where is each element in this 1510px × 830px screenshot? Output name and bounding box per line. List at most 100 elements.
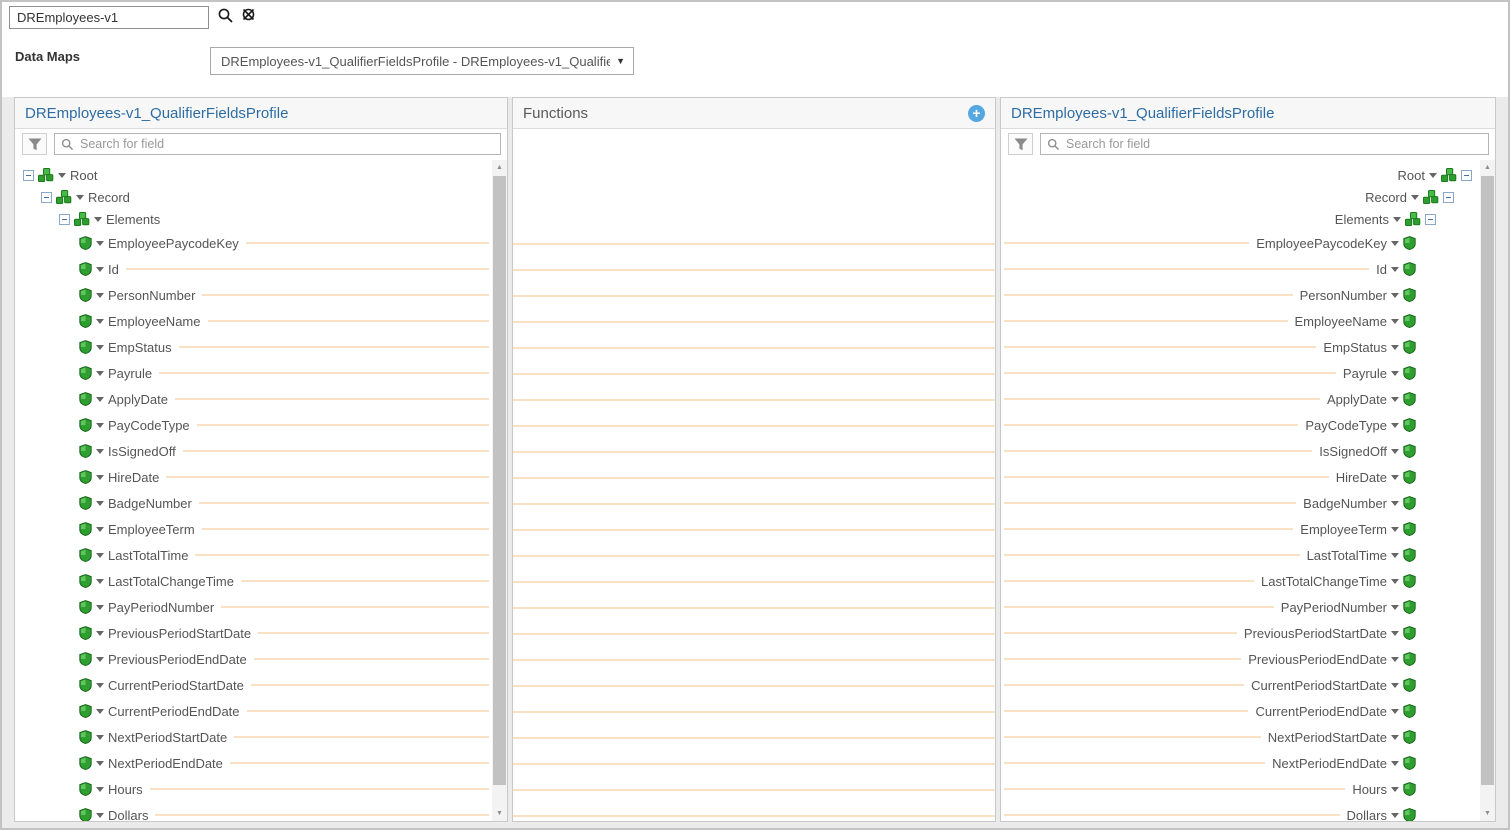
field-node-empstatus[interactable]: EmpStatus bbox=[1001, 334, 1480, 360]
field-node-employeepaycodekey[interactable]: EmployeePaycodeKey bbox=[1001, 230, 1480, 256]
chevron-down-icon[interactable] bbox=[96, 319, 104, 324]
target-panel-title[interactable]: DREmployees-v1_QualifierFieldsProfile bbox=[1011, 105, 1274, 122]
chevron-down-icon[interactable] bbox=[1391, 345, 1399, 350]
filter-funnel-icon[interactable] bbox=[1008, 133, 1033, 155]
field-node-paycodetype[interactable]: PayCodeType bbox=[15, 412, 492, 438]
chevron-down-icon[interactable] bbox=[96, 683, 104, 688]
chevron-down-icon[interactable] bbox=[96, 501, 104, 506]
chevron-down-icon[interactable] bbox=[1391, 371, 1399, 376]
field-node-hours[interactable]: Hours bbox=[1001, 776, 1480, 802]
field-node-hiredate[interactable]: HireDate bbox=[15, 464, 492, 490]
field-node-previousperiodstartdate[interactable]: PreviousPeriodStartDate bbox=[1001, 620, 1480, 646]
chevron-down-icon[interactable] bbox=[96, 631, 104, 636]
field-node-dollars[interactable]: Dollars bbox=[1001, 802, 1480, 821]
field-node-badgenumber[interactable]: BadgeNumber bbox=[1001, 490, 1480, 516]
tree-node-record[interactable]: Record bbox=[1001, 186, 1480, 208]
chevron-down-icon[interactable] bbox=[96, 293, 104, 298]
chevron-down-icon[interactable] bbox=[96, 657, 104, 662]
tree-node-elements[interactable]: Elements bbox=[1001, 208, 1480, 230]
target-scrollbar[interactable]: ▲ ▼ bbox=[1480, 160, 1495, 821]
field-node-previousperiodstartdate[interactable]: PreviousPeriodStartDate bbox=[15, 620, 492, 646]
chevron-down-icon[interactable] bbox=[1391, 319, 1399, 324]
add-function-button[interactable]: + bbox=[968, 105, 985, 122]
field-node-hiredate[interactable]: HireDate bbox=[1001, 464, 1480, 490]
chevron-down-icon[interactable] bbox=[96, 345, 104, 350]
field-node-id[interactable]: Id bbox=[15, 256, 492, 282]
chevron-down-icon[interactable] bbox=[1391, 657, 1399, 662]
tree-node-record[interactable]: Record bbox=[15, 186, 492, 208]
chevron-down-icon[interactable] bbox=[1391, 475, 1399, 480]
field-node-empstatus[interactable]: EmpStatus bbox=[15, 334, 492, 360]
tree-node-root[interactable]: Root bbox=[15, 164, 492, 186]
field-node-dollars[interactable]: Dollars bbox=[15, 802, 492, 821]
field-node-nextperiodenddate[interactable]: NextPeriodEndDate bbox=[15, 750, 492, 776]
chevron-down-icon[interactable] bbox=[1391, 631, 1399, 636]
field-node-issignedoff[interactable]: IsSignedOff bbox=[15, 438, 492, 464]
field-node-nextperiodenddate[interactable]: NextPeriodEndDate bbox=[1001, 750, 1480, 776]
field-node-lasttotaltime[interactable]: LastTotalTime bbox=[1001, 542, 1480, 568]
field-node-applydate[interactable]: ApplyDate bbox=[15, 386, 492, 412]
chevron-down-icon[interactable] bbox=[76, 195, 84, 200]
chevron-down-icon[interactable] bbox=[1393, 217, 1401, 222]
field-node-badgenumber[interactable]: BadgeNumber bbox=[15, 490, 492, 516]
chevron-down-icon[interactable] bbox=[1391, 423, 1399, 428]
field-node-id[interactable]: Id bbox=[1001, 256, 1480, 282]
source-scrollbar[interactable]: ▲ ▼ bbox=[492, 160, 507, 821]
field-node-employeename[interactable]: EmployeeName bbox=[15, 308, 492, 334]
chevron-down-icon[interactable] bbox=[96, 241, 104, 246]
chevron-down-icon[interactable] bbox=[1411, 195, 1419, 200]
tree-node-elements[interactable]: Elements bbox=[15, 208, 492, 230]
field-node-paycodetype[interactable]: PayCodeType bbox=[1001, 412, 1480, 438]
data-map-select[interactable]: DREmployees-v1_QualifierFieldsProfile - … bbox=[210, 47, 634, 75]
chevron-down-icon[interactable] bbox=[1391, 813, 1399, 818]
field-node-employeename[interactable]: EmployeeName bbox=[1001, 308, 1480, 334]
scrollbar-thumb[interactable] bbox=[493, 176, 506, 785]
clear-search-icon[interactable] bbox=[240, 7, 257, 24]
field-node-nextperiodstartdate[interactable]: NextPeriodStartDate bbox=[1001, 724, 1480, 750]
field-node-nextperiodstartdate[interactable]: NextPeriodStartDate bbox=[15, 724, 492, 750]
field-node-lasttotaltime[interactable]: LastTotalTime bbox=[15, 542, 492, 568]
source-search-input[interactable] bbox=[80, 137, 494, 151]
chevron-down-icon[interactable] bbox=[96, 449, 104, 454]
chevron-down-icon[interactable] bbox=[96, 423, 104, 428]
chevron-down-icon[interactable] bbox=[96, 787, 104, 792]
collapse-minus-icon[interactable] bbox=[41, 192, 52, 203]
collapse-minus-icon[interactable] bbox=[23, 170, 34, 181]
search-icon[interactable] bbox=[217, 7, 234, 24]
field-node-employeeterm[interactable]: EmployeeTerm bbox=[15, 516, 492, 542]
chevron-down-icon[interactable] bbox=[96, 735, 104, 740]
chevron-down-icon[interactable] bbox=[96, 475, 104, 480]
field-node-currentperiodstartdate[interactable]: CurrentPeriodStartDate bbox=[15, 672, 492, 698]
target-search-input[interactable] bbox=[1066, 137, 1482, 151]
field-node-issignedoff[interactable]: IsSignedOff bbox=[1001, 438, 1480, 464]
field-node-personnumber[interactable]: PersonNumber bbox=[15, 282, 492, 308]
field-node-payrule[interactable]: Payrule bbox=[15, 360, 492, 386]
chevron-down-icon[interactable] bbox=[1391, 735, 1399, 740]
field-node-payrule[interactable]: Payrule bbox=[1001, 360, 1480, 386]
field-node-previousperiodenddate[interactable]: PreviousPeriodEndDate bbox=[15, 646, 492, 672]
chevron-down-icon[interactable] bbox=[96, 397, 104, 402]
chevron-down-icon[interactable] bbox=[1391, 787, 1399, 792]
chevron-down-icon[interactable] bbox=[96, 371, 104, 376]
tree-node-root[interactable]: Root bbox=[1001, 164, 1480, 186]
chevron-down-icon[interactable] bbox=[1391, 579, 1399, 584]
scroll-up-icon[interactable]: ▲ bbox=[1480, 160, 1495, 175]
filter-funnel-icon[interactable] bbox=[22, 133, 47, 155]
functions-canvas[interactable] bbox=[513, 130, 995, 821]
chevron-down-icon[interactable] bbox=[1391, 683, 1399, 688]
chevron-down-icon[interactable] bbox=[94, 217, 102, 222]
chevron-down-icon[interactable] bbox=[96, 761, 104, 766]
chevron-down-icon[interactable] bbox=[1391, 553, 1399, 558]
scroll-down-icon[interactable]: ▼ bbox=[1480, 806, 1495, 821]
field-node-lasttotalchangetime[interactable]: LastTotalChangeTime bbox=[15, 568, 492, 594]
chevron-down-icon[interactable] bbox=[1391, 241, 1399, 246]
chevron-down-icon[interactable] bbox=[96, 527, 104, 532]
collapse-minus-icon[interactable] bbox=[1425, 214, 1436, 225]
field-node-hours[interactable]: Hours bbox=[15, 776, 492, 802]
field-node-currentperiodenddate[interactable]: CurrentPeriodEndDate bbox=[15, 698, 492, 724]
chevron-down-icon[interactable] bbox=[1391, 761, 1399, 766]
scrollbar-thumb[interactable] bbox=[1481, 176, 1494, 785]
source-panel-title[interactable]: DREmployees-v1_QualifierFieldsProfile bbox=[25, 105, 288, 122]
field-node-lasttotalchangetime[interactable]: LastTotalChangeTime bbox=[1001, 568, 1480, 594]
chevron-down-icon[interactable] bbox=[1391, 267, 1399, 272]
